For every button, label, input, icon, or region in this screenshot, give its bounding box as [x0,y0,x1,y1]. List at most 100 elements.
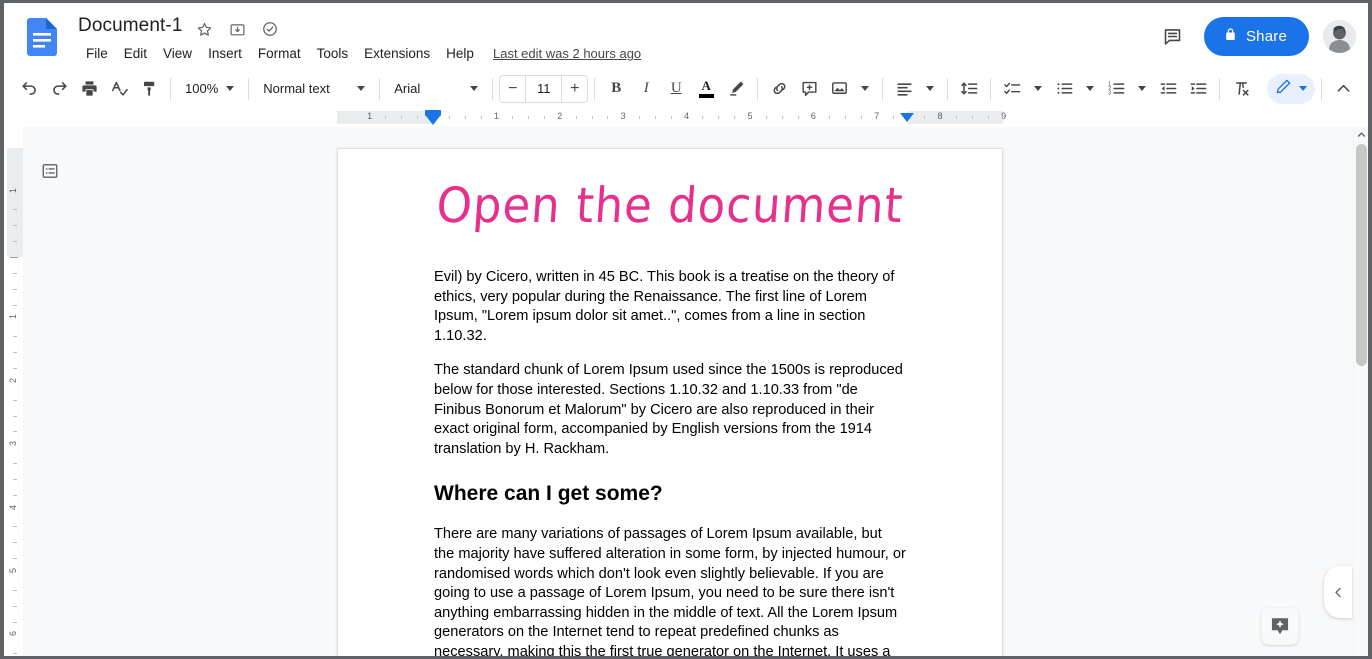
paint-format-icon[interactable] [134,74,164,104]
highlight-pen-icon[interactable] [721,74,751,104]
toolbar-separator [594,77,596,100]
toolbar-separator [1321,77,1322,100]
checklist-icon[interactable] [997,74,1027,104]
ruler-number: 6 [8,631,18,637]
horizontal-ruler-track: 1 1 2 3 4 5 6 7 8 9 [4,109,1368,127]
gemini-sparkle-icon[interactable] [1261,607,1299,645]
clear-formatting-icon[interactable] [1226,74,1256,104]
ruler-number: 1 [8,187,18,193]
chevron-down-icon [1138,86,1147,91]
undo-icon[interactable] [14,74,44,104]
scrollbar-thumb[interactable] [1356,144,1367,366]
document-title[interactable]: Document-1 [78,15,183,37]
move-to-folder-icon[interactable] [227,19,247,39]
ruler-tick [575,116,577,119]
collapse-toolbar-button[interactable] [1328,74,1358,104]
align-left-icon[interactable] [889,74,919,104]
increase-font-size-button[interactable]: + [562,76,587,102]
last-edit-status[interactable]: Last edit was 2 hours ago [493,46,641,61]
insert-image-icon[interactable] [824,74,854,104]
menu-item-file[interactable]: File [78,43,116,64]
decrease-font-size-button[interactable]: − [500,76,525,102]
text-color-button[interactable]: A [691,74,721,104]
ruler-tick [13,288,17,290]
star-icon[interactable] [194,19,214,39]
user-avatar[interactable] [1323,20,1356,53]
menu-item-extensions[interactable]: Extensions [356,43,438,64]
ruler-number: 1 [8,314,18,320]
numbered-list-dropdown[interactable] [1131,74,1153,104]
menu-item-tools[interactable]: Tools [309,43,357,64]
vertical-scrollbar[interactable] [1353,127,1368,656]
font-family-selector[interactable]: Arial [386,74,486,104]
chevron-down-icon [226,86,235,91]
bold-button[interactable]: B [601,74,631,104]
ruler-tick [13,463,17,465]
paragraph-3: There are many variations of passages of… [434,526,906,656]
increase-indent-icon[interactable] [1183,74,1213,104]
document-page[interactable]: Open the document Evil) by Cicero, writt… [337,148,1003,656]
numbered-list-icon[interactable]: 1 2 3 [1101,74,1131,104]
ruler-number: 1 [493,111,499,121]
right-indent-marker[interactable] [900,113,914,122]
ruler-tick [591,116,593,119]
menu-item-insert[interactable]: Insert [200,43,250,64]
font-size-input[interactable]: 11 [525,75,563,102]
ruler-tick [654,116,656,119]
menu-item-help[interactable]: Help [438,43,482,64]
document-heading-title: Open the document [434,176,906,235]
paragraph-2: The standard chunk of Lorem Ipsum used s… [434,362,903,457]
bulleted-list-dropdown[interactable] [1079,74,1101,104]
cloud-saved-icon[interactable] [260,19,280,39]
spellcheck-icon[interactable] [104,74,134,104]
toolbar-separator [248,77,250,100]
paragraph-style-selector[interactable]: Normal text [255,74,373,104]
menu-item-view[interactable]: View [155,43,200,64]
line-spacing-icon[interactable] [954,74,984,104]
share-button[interactable]: Share [1203,17,1309,56]
lock-icon [1223,27,1238,46]
color-bar [698,94,714,98]
document-body[interactable]: Evil) by Cicero, written in 45 BC. This … [338,268,1002,656]
comment-history-icon[interactable] [1156,20,1190,54]
ruler-number: 5 [747,111,753,121]
ruler-number: 1 [367,111,373,121]
ruler-tick [13,653,17,655]
text-color-letter: A [701,78,711,93]
vertical-ruler[interactable]: 1 1 2 3 4 5 6 [4,127,23,656]
bulleted-list-icon[interactable] [1049,74,1079,104]
ruler-tick [13,542,17,544]
ruler-tick [956,116,958,119]
ruler-tick [892,116,894,119]
ruler-tick [13,336,17,338]
window-inner: Document-1 File Edit View Insert Format … [4,3,1368,656]
redo-icon[interactable] [44,74,74,104]
print-icon[interactable] [74,74,104,104]
toolbar-separator [990,77,992,100]
ruler-tick [829,116,831,119]
checklist-dropdown[interactable] [1027,74,1049,104]
ruler-number: 7 [874,111,880,121]
ruler-tick [607,116,609,119]
pencil-icon [1275,78,1292,100]
first-line-indent-marker[interactable] [426,116,440,125]
horizontal-ruler[interactable]: 1 1 2 3 4 5 6 7 8 9 [4,109,1368,127]
add-comment-icon[interactable] [794,74,824,104]
ruler-tick [971,116,973,119]
zoom-selector[interactable]: 100% [177,74,242,104]
italic-button[interactable]: I [631,74,661,104]
document-outline-icon[interactable] [37,158,63,184]
insert-image-dropdown[interactable] [854,74,876,104]
decrease-indent-icon[interactable] [1153,74,1183,104]
align-dropdown[interactable] [919,74,941,104]
docs-logo-icon[interactable] [20,15,64,59]
scroll-up-arrow-icon[interactable] [1354,127,1368,142]
chevron-down-icon [470,86,479,91]
menu-item-format[interactable]: Format [250,43,309,64]
edit-mode-button[interactable] [1267,73,1315,104]
underline-button[interactable]: U [661,74,691,104]
side-panel-collapse-button[interactable] [1324,566,1352,618]
menu-item-edit[interactable]: Edit [116,43,155,64]
toolbar-separator [492,77,494,100]
link-icon[interactable] [764,74,794,104]
